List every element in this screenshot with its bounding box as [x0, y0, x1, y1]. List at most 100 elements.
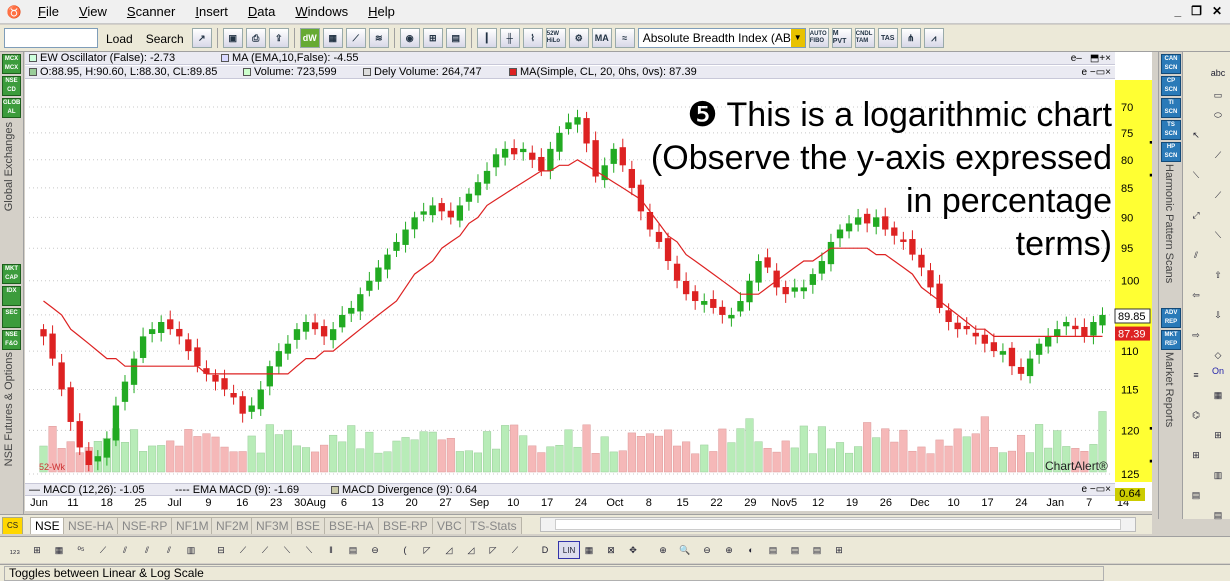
menu-windows[interactable]: Windows	[285, 0, 358, 24]
list-2-icon[interactable]: ▤	[808, 541, 826, 559]
moving-average-icon[interactable]: MA	[591, 28, 612, 48]
arrow-down-icon[interactable]: ⟋	[256, 541, 274, 559]
search-icon[interactable]: 🔍	[676, 541, 694, 559]
drawing-tool-icon[interactable]: ⟋	[1209, 146, 1227, 164]
wedge-2-icon[interactable]: ◿	[462, 541, 480, 559]
dw-icon[interactable]: dW	[299, 28, 320, 48]
on-toggle-icon[interactable]: On	[1209, 362, 1227, 380]
symbol-input[interactable]	[4, 28, 98, 48]
channel-icon[interactable]: ⫽	[116, 541, 134, 559]
drawing-tool-icon[interactable]: ⇩	[1209, 306, 1227, 324]
drawing-tool-icon[interactable]: ◇	[1209, 346, 1227, 364]
arc-icon[interactable]: (	[396, 541, 414, 559]
indicator-select[interactable]: Absolute Breadth Index (ABI ▼	[637, 28, 806, 48]
grid-icon[interactable]: ▤	[445, 28, 466, 48]
tab-nse-ha[interactable]: NSE-HA	[63, 517, 119, 534]
load-button[interactable]: Load	[101, 27, 138, 49]
drawing-tool-icon[interactable]: ⊞	[1209, 426, 1227, 444]
draw-mode-icon[interactable]: D	[536, 541, 554, 559]
number-icon[interactable]: ₁₂₃	[6, 541, 24, 559]
grid-icon[interactable]: ▦	[50, 541, 68, 559]
drawing-tool-icon[interactable]: ⟋	[1209, 186, 1227, 204]
fan-icon[interactable]: ⫽	[160, 541, 178, 559]
restore-icon[interactable]: ❐	[1191, 4, 1202, 18]
drawing-tool-icon[interactable]: ⟍	[1187, 166, 1205, 184]
candle-icon[interactable]: ╫	[499, 28, 520, 48]
print-icon[interactable]: ⎙	[245, 28, 266, 48]
candle-pattern-icon[interactable]: CNDL TAM	[854, 28, 875, 48]
drawing-tool-icon[interactable]: ▥	[1209, 466, 1227, 484]
zoom-plus-icon[interactable]: ⊕	[720, 541, 738, 559]
trading-system-scan-button[interactable]: TS SCN	[1161, 120, 1181, 140]
move-icon[interactable]: ✥	[624, 541, 642, 559]
abc-pattern-icon[interactable]: ⟋	[506, 541, 524, 559]
hilo-52w-icon[interactable]: 52W HiLo	[545, 28, 566, 48]
advance-report-button[interactable]: ADV REP	[1161, 308, 1181, 328]
drawing-tool-icon[interactable]: ↖	[1187, 126, 1205, 144]
speed-line-icon[interactable]: ⟍	[278, 541, 296, 559]
save-icon[interactable]: ▣	[222, 28, 243, 48]
tab-nf1m[interactable]: NF1M	[171, 517, 214, 534]
candlestick-scan-button[interactable]: CAN SCN	[1161, 54, 1181, 74]
mkt-cap-button[interactable]: MKT CAP	[2, 264, 21, 284]
pitchfork-icon[interactable]: ⋔	[900, 28, 921, 48]
text-tool-icon[interactable]: abc	[1209, 64, 1227, 82]
chart-pattern-scan-button[interactable]: CP SCN	[1161, 76, 1181, 96]
zoom-fit-icon[interactable]: ⊞	[422, 28, 443, 48]
doc-icon[interactable]: ▤	[764, 541, 782, 559]
zoom-in-icon[interactable]: ⊕	[654, 541, 672, 559]
global-button[interactable]: GLOB AL	[2, 98, 21, 118]
table-icon[interactable]: ▤	[344, 541, 362, 559]
market-report-button[interactable]: MKT REP	[1161, 330, 1181, 350]
idx-button[interactable]: IDX	[2, 286, 21, 306]
pattern-icon[interactable]: ⩘	[923, 28, 944, 48]
dna-icon[interactable]: ≋	[368, 28, 389, 48]
horizontal-scrollbar[interactable]	[540, 517, 1136, 532]
drawing-tool-icon[interactable]: ⇨	[1187, 326, 1205, 344]
csv-icon[interactable]: CS	[2, 517, 24, 534]
gann-icon[interactable]: ⟍	[300, 541, 318, 559]
minus-icon[interactable]: ⊖	[366, 541, 384, 559]
nse-cd-button[interactable]: NSE CD	[2, 76, 21, 96]
nse-fo-button[interactable]: NSE F&O	[2, 330, 21, 350]
drawing-tool-icon[interactable]: ⟍	[1209, 226, 1227, 244]
menu-data[interactable]: Data	[238, 0, 285, 24]
tab-bse[interactable]: BSE	[291, 517, 326, 534]
tas-icon[interactable]: TAS	[877, 28, 898, 48]
indicator-icon[interactable]: ≈	[614, 28, 635, 48]
flag-icon[interactable]: ◸	[484, 541, 502, 559]
line-chart-icon[interactable]: ⌇	[522, 28, 543, 48]
menu-view[interactable]: View	[69, 0, 117, 24]
zoom-out-icon[interactable]: ⊖	[698, 541, 716, 559]
andrews-icon[interactable]: ⫽	[138, 541, 156, 559]
close-icon[interactable]: ✕	[1212, 4, 1222, 18]
drawing-tool-icon[interactable]: ⇧	[1209, 266, 1227, 284]
points-icon[interactable]: ⁰⁵	[72, 541, 90, 559]
menu-scanner[interactable]: Scanner	[117, 0, 185, 24]
chevron-down-icon[interactable]: ▼	[790, 29, 805, 47]
bar-chart-icon[interactable]: ┃	[476, 28, 497, 48]
drawing-tool-icon[interactable]: ▤	[1209, 506, 1227, 524]
drawing-tool-icon[interactable]: ⊞	[1187, 446, 1205, 464]
layout-icon[interactable]: ▦	[322, 28, 343, 48]
drawing-tool-icon[interactable]: ⇦	[1187, 286, 1205, 304]
tab-bse-rp[interactable]: BSE-RP	[378, 517, 433, 534]
half-icon[interactable]: ◐	[742, 541, 760, 559]
drawing-tool-icon[interactable]: ⫽	[1187, 246, 1205, 264]
drawing-tool-icon[interactable]: ▤	[1187, 486, 1205, 504]
menu-help[interactable]: Help	[358, 0, 405, 24]
mcx-button[interactable]: MCX MCX	[2, 54, 21, 74]
menu-insert[interactable]: Insert	[185, 0, 238, 24]
drawing-tool-icon[interactable]: ⬭	[1209, 106, 1227, 124]
ruler-icon[interactable]: ⟋	[345, 28, 366, 48]
wedge-icon[interactable]: ◿	[440, 541, 458, 559]
list-icon[interactable]: ▤	[786, 541, 804, 559]
macd-pane-controls[interactable]: e −▭×	[1082, 484, 1111, 496]
crosshair-icon[interactable]: ⊠	[602, 541, 620, 559]
scrollbar-thumb[interactable]	[555, 519, 1121, 530]
tab-vbc[interactable]: VBC	[432, 517, 467, 534]
trendline-icon[interactable]: ⟋	[94, 541, 112, 559]
tab-nf2m[interactable]: NF2M	[211, 517, 254, 534]
export-icon[interactable]: ⇪	[268, 28, 289, 48]
sec-button[interactable]: SEC	[2, 308, 21, 328]
